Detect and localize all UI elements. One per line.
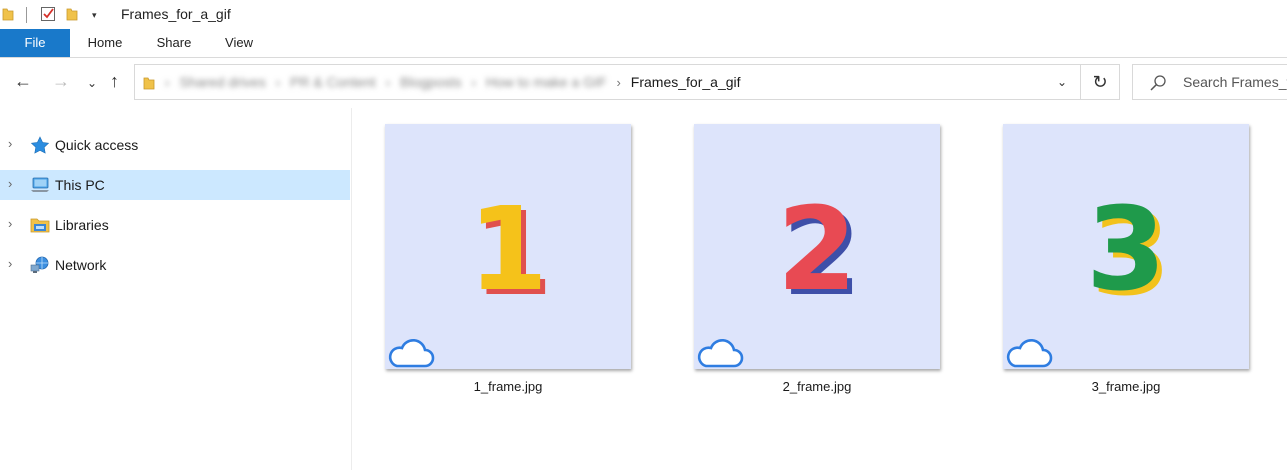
title-bar: ▾ Frames_for_a_gif — [0, 0, 1287, 30]
breadcrumb-item[interactable]: How to make a GIF — [486, 74, 607, 90]
digit-one-image: 1 1 — [468, 183, 553, 322]
expand-chevron-icon[interactable]: › — [8, 216, 12, 231]
svg-text:2: 2 — [777, 183, 857, 317]
sidebar-item-this-pc[interactable]: › This PC — [0, 170, 350, 200]
cloud-icon — [1006, 338, 1053, 368]
expand-chevron-icon[interactable]: › — [8, 256, 12, 271]
file-name[interactable]: 2_frame.jpg — [694, 379, 940, 394]
digit-two-image: 2 2 — [777, 183, 862, 322]
breadcrumb-separator[interactable]: › — [165, 75, 169, 90]
file-thumbnail[interactable]: 2 2 — [694, 124, 940, 369]
refresh-button[interactable]: ↻ — [1081, 64, 1120, 100]
expand-chevron-icon[interactable]: › — [8, 176, 12, 191]
toolbar-divider — [26, 7, 27, 23]
breadcrumb-current[interactable]: Frames_for_a_gif — [631, 74, 741, 90]
tab-share[interactable]: Share — [150, 29, 198, 57]
cloud-icon — [388, 338, 435, 368]
ribbon-tabs: File Home Share View — [0, 29, 1287, 58]
sidebar-item-libraries[interactable]: › Libraries — [0, 210, 350, 240]
network-icon — [30, 256, 49, 273]
breadcrumb-separator[interactable]: › — [386, 75, 390, 90]
file-item[interactable]: 3 3 3_frame.jpg — [1003, 124, 1249, 404]
navigation-bar: ← → ⌄ ↑ › Shared drives › PR & Content ›… — [0, 58, 1287, 108]
computer-icon — [31, 177, 49, 192]
expand-chevron-icon[interactable]: › — [8, 136, 12, 151]
sidebar-item-quick-access[interactable]: › Quick access — [0, 130, 350, 160]
recent-locations-chevron-icon[interactable]: ⌄ — [87, 74, 97, 92]
search-icon — [1150, 75, 1166, 91]
sidebar-item-label: Quick access — [55, 137, 139, 153]
libraries-icon — [30, 218, 50, 233]
search-input[interactable]: Search Frames_for_a_gif — [1183, 74, 1287, 90]
tab-file[interactable]: File — [0, 29, 70, 57]
navigation-pane: › Quick access › This PC › Libraries › N… — [0, 108, 352, 470]
tab-view[interactable]: View — [218, 29, 260, 57]
address-bar[interactable]: › Shared drives › PR & Content › Blogpos… — [134, 64, 1081, 100]
new-folder-icon[interactable] — [66, 7, 78, 21]
file-name[interactable]: 1_frame.jpg — [385, 379, 631, 394]
properties-check-icon[interactable] — [40, 6, 56, 22]
breadcrumb-separator[interactable]: › — [616, 75, 620, 90]
breadcrumb-separator[interactable]: › — [276, 75, 280, 90]
breadcrumb-item[interactable]: Blogposts — [400, 74, 461, 90]
folder-icon — [143, 77, 155, 90]
file-thumbnail[interactable]: 1 1 — [385, 124, 631, 369]
star-icon — [30, 136, 50, 154]
breadcrumb-separator[interactable]: › — [472, 75, 476, 90]
breadcrumb-item[interactable]: Shared drives — [179, 74, 265, 90]
up-arrow-icon[interactable]: ↑ — [110, 72, 119, 90]
tab-home[interactable]: Home — [80, 29, 130, 57]
file-list: 1 1 1_frame.jpg 2 2 2_frame.jpg 3 3 3_fr… — [353, 108, 1287, 470]
sidebar-item-label: Libraries — [55, 217, 109, 233]
forward-arrow-icon[interactable]: → — [52, 72, 70, 90]
refresh-icon: ↻ — [1092, 72, 1108, 92]
customize-dropdown-icon[interactable]: ▾ — [92, 10, 97, 21]
file-thumbnail[interactable]: 3 3 — [1003, 124, 1249, 369]
breadcrumb: › Shared drives › PR & Content › Blogpos… — [161, 65, 741, 99]
back-arrow-icon[interactable]: ← — [14, 72, 32, 90]
window-title: Frames_for_a_gif — [121, 6, 231, 22]
svg-text:1: 1 — [468, 183, 548, 317]
cloud-icon — [697, 338, 744, 368]
folder-icon[interactable] — [2, 7, 14, 21]
search-box[interactable]: Search Frames_for_a_gif — [1132, 64, 1287, 100]
file-item[interactable]: 2 2 2_frame.jpg — [694, 124, 940, 404]
sidebar-item-label: Network — [55, 257, 107, 273]
digit-three-image: 3 3 — [1086, 183, 1171, 322]
file-item[interactable]: 1 1 1_frame.jpg — [385, 124, 631, 404]
breadcrumb-item[interactable]: PR & Content — [290, 74, 376, 90]
sidebar-item-network[interactable]: › Network — [0, 250, 350, 280]
sidebar-item-label: This PC — [55, 177, 105, 193]
address-dropdown-chevron-icon[interactable]: ⌄ — [1044, 65, 1080, 99]
file-name[interactable]: 3_frame.jpg — [1003, 379, 1249, 394]
svg-text:3: 3 — [1086, 183, 1166, 317]
